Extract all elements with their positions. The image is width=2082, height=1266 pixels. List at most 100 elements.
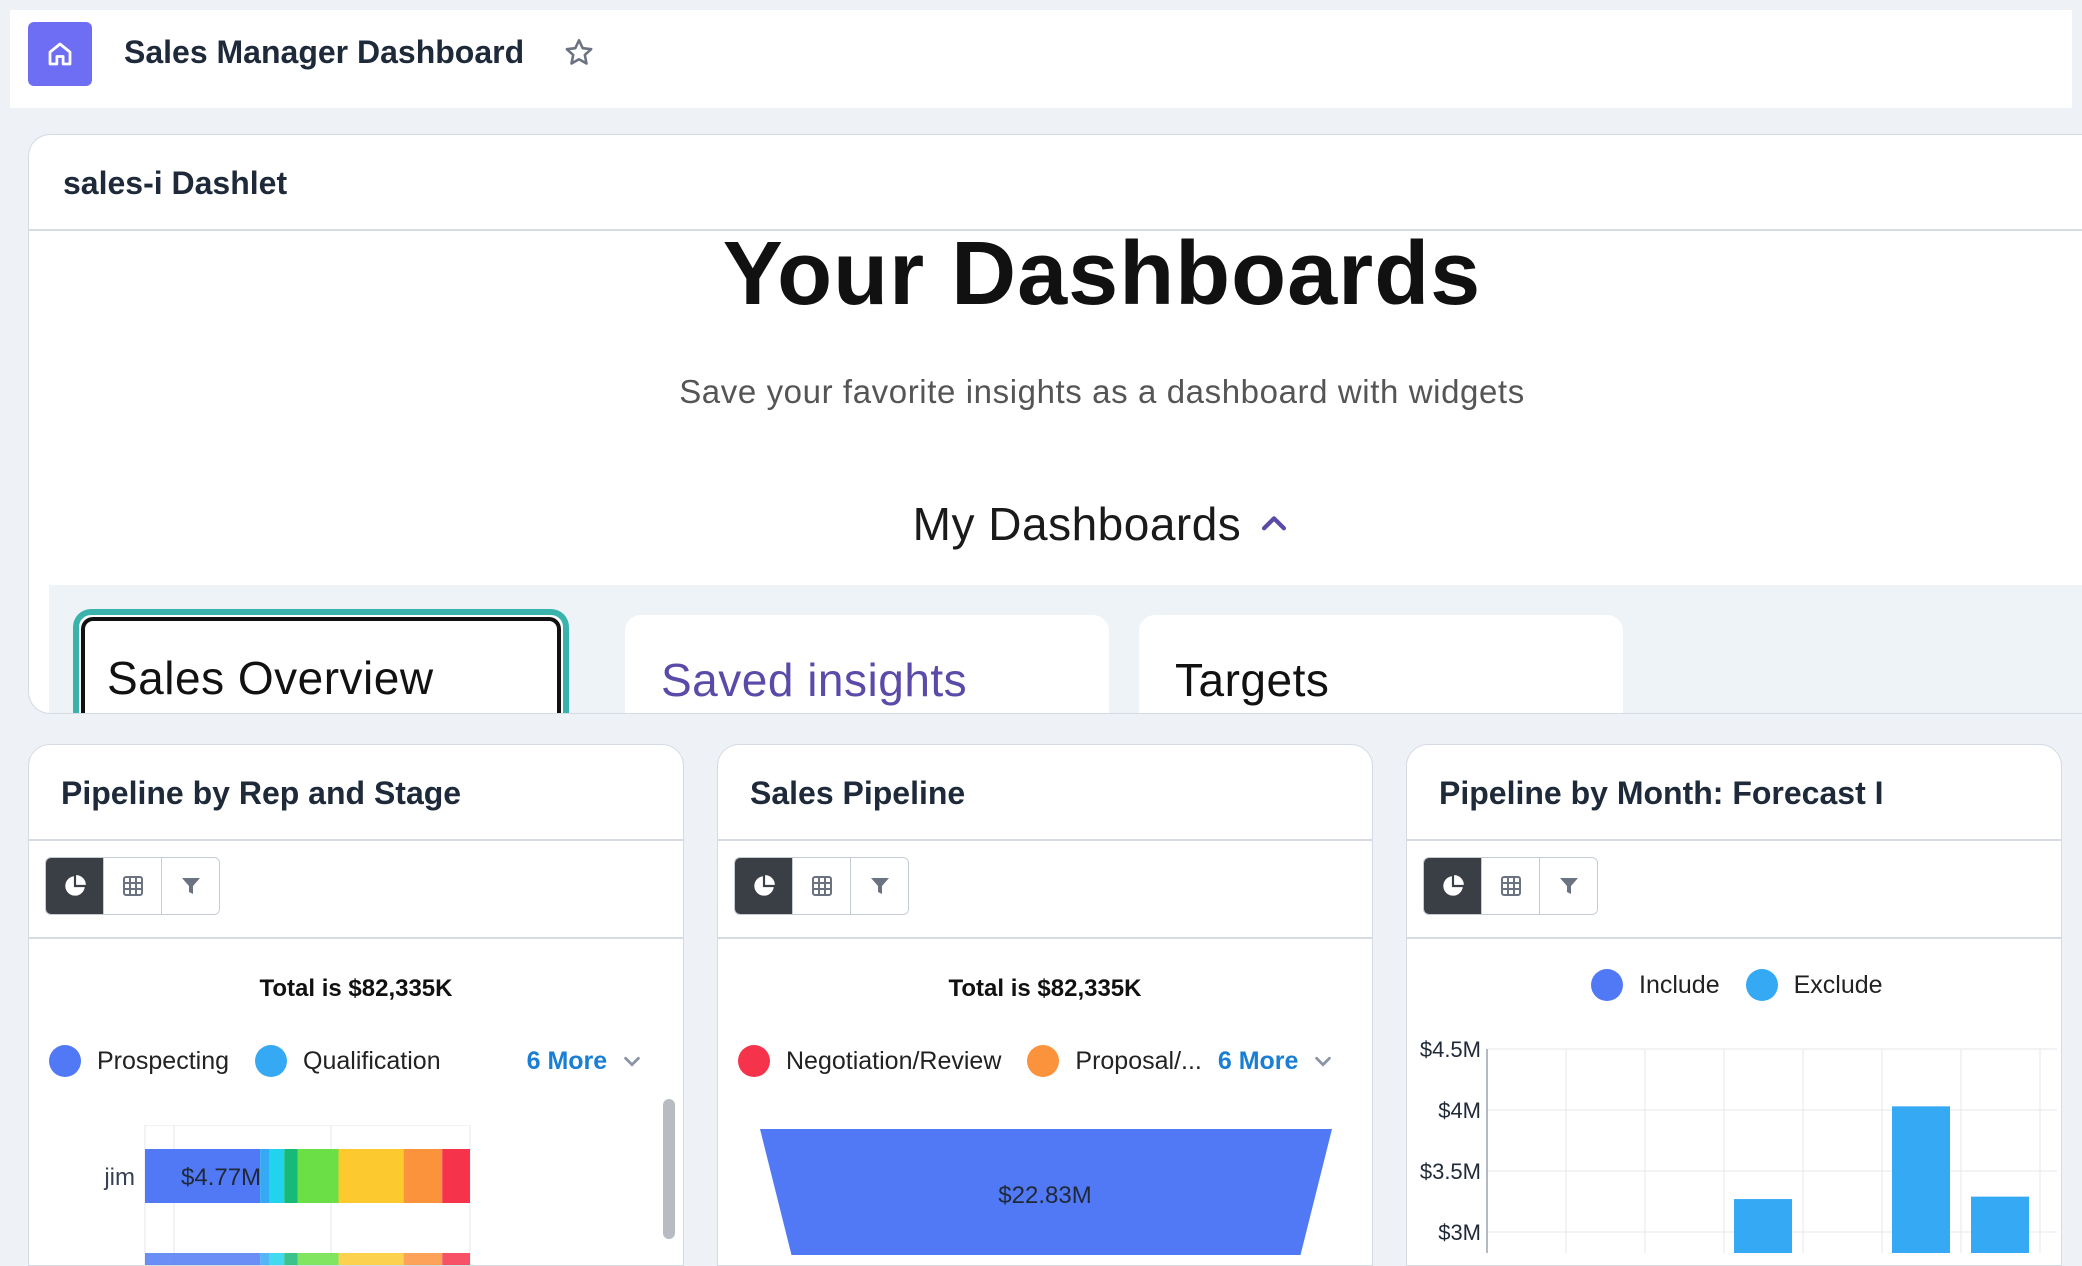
bar-segment-next-row-4 <box>297 1253 339 1265</box>
legend-label: Qualification <box>303 1046 441 1075</box>
filter-button[interactable] <box>162 858 219 914</box>
legend-item[interactable]: Prospecting <box>49 1045 229 1077</box>
legend-swatch <box>1745 969 1778 1001</box>
data-label: $22.83M <box>998 1182 1091 1209</box>
home-button[interactable] <box>28 22 92 86</box>
more-label: 6 More <box>1217 1046 1299 1075</box>
star-outline-icon <box>565 38 593 65</box>
filter-icon <box>181 878 200 894</box>
chart-view-button[interactable] <box>46 858 104 914</box>
legend-label: Negotiation/Review <box>786 1046 1002 1075</box>
chart-icon <box>64 875 86 896</box>
tab-sales-overview[interactable]: Sales Overview <box>73 609 569 713</box>
total-label: Total is $82,335K <box>948 975 1142 1002</box>
favorite-button[interactable] <box>562 36 596 75</box>
dashboard-tabs: Sales Overview Saved insights Targets <box>49 585 2082 713</box>
dashlet-title: sales-i Dashlet <box>63 165 288 201</box>
filter-button[interactable] <box>851 858 908 914</box>
chevron-up-icon <box>1262 516 1287 531</box>
widget-sales-pipeline: Sales Pipeline Total is $82,335K Negotia… <box>717 744 1373 1266</box>
divider <box>1407 937 2061 939</box>
table-icon <box>811 876 832 896</box>
bar-segment-6 <box>403 1149 443 1203</box>
divider <box>718 937 1372 939</box>
divider <box>1407 839 2061 841</box>
chevron-down-icon <box>1315 1056 1332 1067</box>
legend-item[interactable]: Negotiation/Review <box>738 1045 1001 1077</box>
stacked-bar-chart: jim $4.77M <box>103 1125 471 1265</box>
bar-segment-next-row-2 <box>269 1253 285 1265</box>
chart-icon <box>753 875 775 896</box>
chart-icon <box>1442 875 1464 896</box>
table-view-button[interactable] <box>1482 858 1540 914</box>
bar-1 <box>1892 1106 1950 1253</box>
my-dashboards-label: My Dashboards <box>912 498 1242 550</box>
more-label: 6 More <box>526 1046 608 1075</box>
bar-segment-next-row-7 <box>442 1253 470 1265</box>
y-tick-label: $4M <box>1438 1098 1481 1123</box>
filter-button[interactable] <box>1540 858 1597 914</box>
bar-chart: $4.5M $4M $3.5M $3M <box>1420 1037 2057 1253</box>
legend-label: Include <box>1639 970 1720 999</box>
widget-title: Sales Pipeline <box>750 775 966 811</box>
table-view-button[interactable] <box>104 858 162 914</box>
tab-label: Sales Overview <box>107 652 434 704</box>
legend-item[interactable]: Exclude <box>1745 969 1883 1001</box>
bar-segment-2 <box>269 1149 285 1203</box>
legend-more-button[interactable]: 6 More <box>527 1047 644 1076</box>
top-header: Sales Manager Dashboard <box>10 10 2072 108</box>
sales-i-dashlet: sales-i Dashlet Your Dashboards Save you… <box>28 134 2082 714</box>
total-label: Total is $82,335K <box>259 975 453 1002</box>
divider <box>29 937 683 939</box>
bar-segment-5 <box>338 1149 404 1203</box>
bar-segment-next-row-1 <box>260 1253 270 1265</box>
y-tick-label: $3M <box>1438 1220 1481 1245</box>
legend-swatch <box>1027 1045 1060 1077</box>
table-icon <box>1500 876 1521 896</box>
legend-more-button[interactable]: 6 More <box>1218 1047 1335 1076</box>
widget-pipeline-by-rep: Pipeline by Rep and Stage Total is $82,3… <box>28 744 684 1266</box>
view-toolbar <box>45 857 220 915</box>
legend-item[interactable]: Qualification <box>255 1045 441 1077</box>
chart-legend: Prospecting Qualification 6 More <box>49 1045 643 1077</box>
y-tick-label: $3.5M <box>1420 1159 1481 1184</box>
chart-legend: Negotiation/Review Proposal/... 6 More <box>738 1045 1334 1077</box>
bar-segment-3 <box>284 1149 298 1203</box>
hero-title: Your Dashboards <box>722 224 1482 324</box>
bar-segment-4 <box>297 1149 339 1203</box>
legend-label: Proposal/... <box>1075 1046 1202 1075</box>
divider <box>718 839 1372 841</box>
chart-view-button[interactable] <box>1424 858 1482 914</box>
scrollbar-thumb[interactable] <box>663 1099 675 1239</box>
filter-icon <box>1559 878 1578 894</box>
table-view-button[interactable] <box>793 858 851 914</box>
page-title: Sales Manager Dashboard <box>124 34 525 70</box>
legend-label: Exclude <box>1793 970 1883 999</box>
legend-item[interactable]: Include <box>1591 969 1720 1001</box>
funnel-chart: $22.83M <box>760 1129 1332 1255</box>
bar-0 <box>1734 1199 1792 1253</box>
widget-title: Pipeline by Month: Forecast I <box>1439 775 1884 811</box>
view-toolbar <box>734 857 909 915</box>
data-label: $4.77M <box>181 1164 261 1191</box>
view-toolbar <box>1423 857 1598 915</box>
tab-targets[interactable]: Targets <box>1139 615 1623 713</box>
table-icon <box>122 876 143 896</box>
legend-item[interactable]: Proposal/... <box>1027 1045 1202 1077</box>
bar-segment-next-row-0 <box>145 1253 261 1265</box>
legend-swatch <box>255 1045 288 1077</box>
y-tick-label: $4.5M <box>1420 1037 1481 1062</box>
bar-segment-next-row-6 <box>403 1253 443 1265</box>
chart-legend: Include Exclude <box>1591 969 1909 1001</box>
tab-label: Targets <box>1175 654 1330 706</box>
tab-saved-insights[interactable]: Saved insights <box>625 615 1109 713</box>
bar-segment-next-row-5 <box>338 1253 404 1265</box>
divider <box>29 839 683 841</box>
chevron-down-icon <box>624 1056 640 1067</box>
home-icon <box>48 42 72 66</box>
category-label: jim <box>103 1164 135 1191</box>
legend-swatch <box>738 1045 770 1077</box>
bar-segment-1 <box>260 1149 270 1203</box>
chart-view-button[interactable] <box>735 858 793 914</box>
my-dashboards-toggle[interactable]: My Dashboards <box>29 497 2082 551</box>
